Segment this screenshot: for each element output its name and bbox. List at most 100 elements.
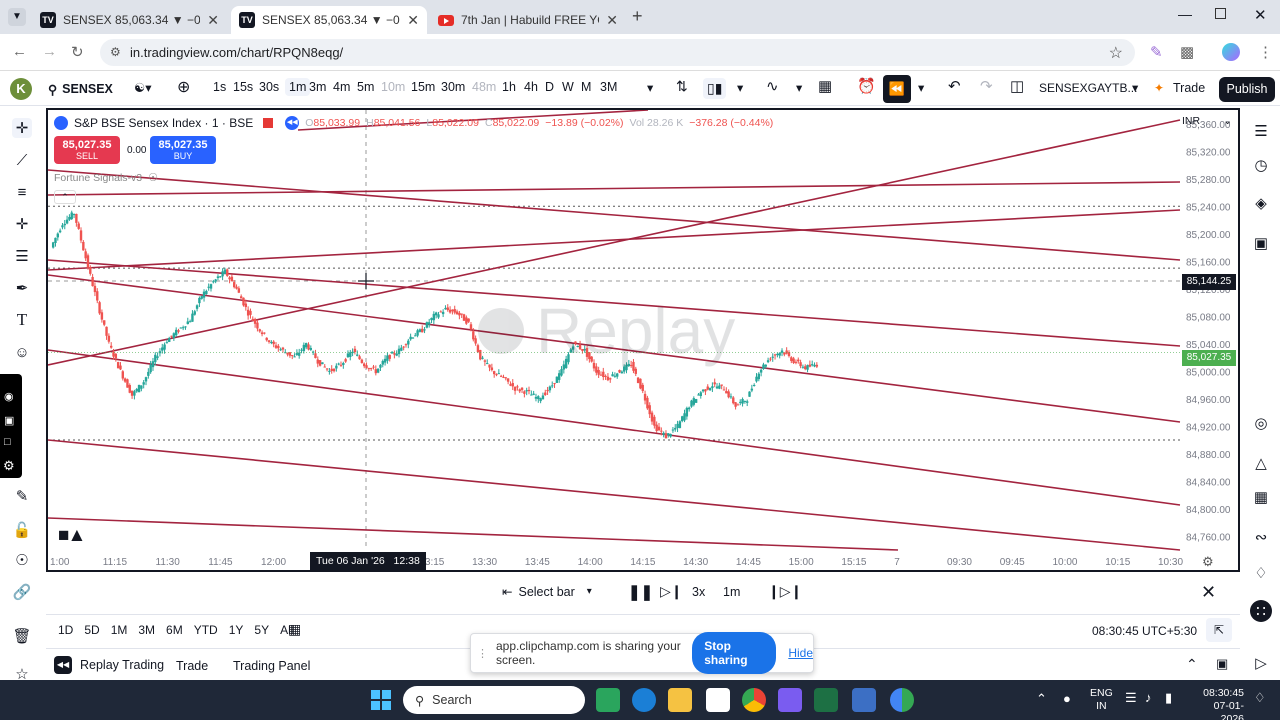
- reload-icon[interactable]: ↻: [71, 43, 84, 61]
- replay-interval-button[interactable]: 1m: [723, 585, 740, 599]
- chart-settings-icon[interactable]: ⚙: [1202, 554, 1214, 570]
- interval-m-button[interactable]: M: [581, 80, 591, 94]
- interval-5m-button[interactable]: 5m: [357, 80, 374, 94]
- new-tab-button[interactable]: +: [632, 6, 643, 27]
- battery-icon[interactable]: ▮: [1165, 690, 1172, 706]
- copilot-icon[interactable]: ✎: [1150, 43, 1163, 61]
- minimize-button[interactable]: —: [1178, 6, 1192, 22]
- restore-panel-icon[interactable]: ▣: [1216, 656, 1228, 672]
- interval-4m-button[interactable]: 4m: [333, 80, 350, 94]
- interval-dropdown-icon[interactable]: ▾: [647, 80, 653, 95]
- chrome-icon[interactable]: [742, 688, 766, 712]
- tray-chevron-icon[interactable]: ⌃: [1036, 691, 1047, 707]
- symbol-search[interactable]: ⚲ SENSEX: [48, 76, 126, 102]
- language-indicator[interactable]: ENG IN: [1090, 687, 1113, 713]
- crosshair-icon[interactable]: ✛: [12, 118, 32, 138]
- menu-icon[interactable]: ⋮: [1258, 43, 1273, 61]
- chrome-profile-icon[interactable]: [890, 688, 914, 712]
- chevron-up-icon[interactable]: ⌃: [1186, 656, 1198, 673]
- interval-15m-button[interactable]: 15m: [411, 80, 435, 94]
- back-icon[interactable]: ←: [12, 43, 27, 60]
- interval-30m-button[interactable]: 30m: [441, 80, 465, 94]
- measure-icon[interactable]: ✎: [12, 486, 32, 506]
- interval-30s-button[interactable]: 30s: [259, 80, 279, 94]
- indicators-icon[interactable]: ∿: [766, 77, 779, 95]
- clock-readout[interactable]: 08:30:45 UTC+5:30: [1092, 624, 1197, 638]
- templates-icon[interactable]: ▦: [818, 77, 832, 95]
- close-icon[interactable]: ✕: [606, 12, 618, 29]
- currency-label[interactable]: INR ⌄: [1182, 115, 1232, 127]
- range-5d-button[interactable]: 5D: [84, 623, 99, 637]
- extensions-icon[interactable]: ▩: [1180, 43, 1194, 61]
- layout-icon[interactable]: ◫: [1010, 77, 1024, 95]
- taskbar-search-box[interactable]: ⚲ Search: [403, 686, 585, 714]
- trade-tab[interactable]: Trade: [176, 659, 208, 673]
- close-icon[interactable]: ✕: [207, 12, 219, 29]
- watchlist-icon[interactable]: ☰: [1250, 120, 1272, 142]
- chart-type-dropdown-icon[interactable]: ▾: [737, 80, 743, 95]
- alerts-clock-icon[interactable]: ◷: [1250, 154, 1272, 176]
- range-5y-button[interactable]: 5Y: [254, 623, 269, 637]
- camera-icon[interactable]: ◉: [4, 390, 14, 403]
- replay-trading-tab[interactable]: ◀◀ Replay Trading: [54, 656, 164, 674]
- calendar-icon[interactable]: ▦: [1250, 486, 1272, 508]
- close-icon[interactable]: ✕: [407, 12, 419, 29]
- interval-15s-button[interactable]: 15s: [233, 80, 253, 94]
- range-6m-button[interactable]: 6M: [166, 623, 183, 637]
- step-forward-button[interactable]: ▷❙: [660, 583, 683, 600]
- collapse-legend-button[interactable]: ⌃: [54, 190, 76, 204]
- interval-1m-button[interactable]: 1m: [285, 78, 311, 96]
- site-info-icon[interactable]: ⚙: [110, 45, 121, 59]
- stop-sharing-button[interactable]: Stop sharing: [692, 632, 777, 674]
- hide-link[interactable]: Hide: [788, 646, 813, 660]
- video-icon[interactable]: ▣: [4, 414, 14, 427]
- avatar[interactable]: K: [10, 78, 32, 100]
- lock-icon[interactable]: 🔓: [12, 520, 32, 540]
- alert-icon[interactable]: ⏰: [857, 77, 876, 95]
- trash-icon[interactable]: 🗑: [12, 626, 32, 646]
- range-1m-button[interactable]: 1M: [111, 623, 128, 637]
- windows-start-icon[interactable]: [371, 690, 391, 710]
- trendline-icon[interactable]: ⟋: [12, 150, 32, 170]
- replay-dropdown-icon[interactable]: ▾: [918, 80, 924, 95]
- interval-3m-button[interactable]: 3M: [600, 80, 617, 94]
- notepad-icon[interactable]: [706, 688, 730, 712]
- symbol-title[interactable]: S&P BSE Sensex Index · 1 · BSE: [74, 116, 253, 130]
- fib-icon[interactable]: ≡: [12, 182, 32, 202]
- pause-button[interactable]: ❚❚: [628, 583, 653, 601]
- interval-3m-button[interactable]: 3m: [309, 80, 326, 94]
- undo-icon[interactable]: ↶: [948, 77, 961, 95]
- interval-10m-button[interactable]: 10m: [381, 80, 405, 94]
- compare-icon[interactable]: ☯▾: [134, 80, 151, 95]
- bar-type-icon[interactable]: ⇅: [676, 78, 688, 95]
- range-1d-button[interactable]: 1D: [58, 623, 73, 637]
- interval-d-button[interactable]: D: [545, 80, 554, 94]
- notifications-icon[interactable]: ♢: [1250, 562, 1272, 584]
- interval-1h-button[interactable]: 1h: [502, 80, 516, 94]
- layout-dropdown-icon[interactable]: ▾: [1132, 80, 1138, 95]
- trading-panel-tab[interactable]: Trading Panel: [233, 659, 310, 673]
- tab-search-button[interactable]: ▼: [8, 8, 26, 26]
- interval-4h-button[interactable]: 4h: [524, 80, 538, 94]
- jump-to-realtime-button[interactable]: ❙▷❙: [768, 583, 802, 600]
- indicators-dropdown-icon[interactable]: ▾: [796, 80, 802, 95]
- chart-pane[interactable]: 85,360.00 85,320.00 85,280.00 85,240.00 85,2…: [46, 108, 1240, 572]
- brush-icon[interactable]: ✒: [12, 278, 32, 298]
- task-view-icon[interactable]: [596, 688, 620, 712]
- interval-1s-button[interactable]: 1s: [213, 80, 226, 94]
- forward-icon[interactable]: →: [42, 43, 57, 60]
- app-icon[interactable]: [778, 688, 802, 712]
- redo-icon[interactable]: ↷: [980, 77, 993, 95]
- layers-icon[interactable]: ◈: [1250, 192, 1272, 214]
- replay-button[interactable]: ⏪: [883, 75, 911, 103]
- text-icon[interactable]: T: [12, 310, 32, 330]
- interval-w-button[interactable]: W: [562, 80, 574, 94]
- goto-date-icon[interactable]: ▦: [288, 621, 301, 638]
- tradingview-logo[interactable]: ■▲: [58, 525, 86, 547]
- network-app-icon[interactable]: [852, 688, 876, 712]
- target-icon[interactable]: ◎: [1250, 412, 1272, 434]
- apps-icon[interactable]: ∷: [1250, 600, 1272, 622]
- layout-name[interactable]: SENSEXGAYTB...: [1039, 81, 1137, 95]
- clock-area[interactable]: 08:30:45 07-01-2026: [1196, 687, 1244, 726]
- file-explorer-icon[interactable]: [668, 688, 692, 712]
